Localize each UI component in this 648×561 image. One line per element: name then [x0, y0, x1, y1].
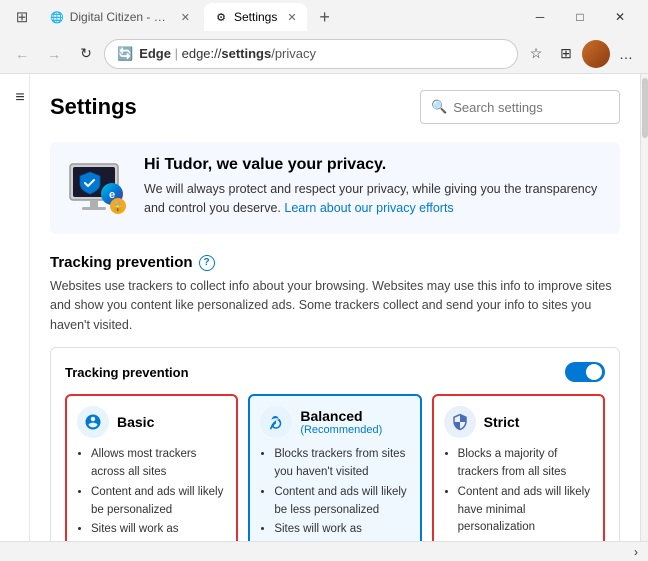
help-icon[interactable]: ?	[199, 255, 215, 271]
toolbar: ← → ↻ 🔄 Edge | edge://settings/privacy ☆…	[0, 34, 648, 74]
balanced-icon	[260, 406, 292, 438]
strict-bullet-2: Content and ads will likely have minimal…	[458, 484, 593, 537]
basic-bullet-3: Sites will work as expected	[91, 521, 226, 541]
address-brand: Edge | edge://settings/privacy	[139, 46, 316, 61]
strict-icon	[444, 406, 476, 438]
banner-icon-container: e 🔒	[66, 156, 130, 220]
tracking-section: Tracking prevention ? Websites use track…	[30, 242, 640, 541]
scroll-right-icon[interactable]: ›	[634, 545, 638, 559]
basic-icon	[77, 406, 109, 438]
forward-button[interactable]: →	[40, 40, 68, 68]
tab-digital-citizen[interactable]: 🌐 Digital Citizen - Life in a digital w …	[40, 3, 200, 31]
search-icon: 🔍	[431, 99, 447, 115]
section-title-row: Tracking prevention ?	[50, 254, 620, 271]
address-refresh-icon: 🔄	[117, 46, 133, 62]
collections-button[interactable]: ⊞	[552, 40, 580, 68]
main-content: Settings 🔍	[30, 74, 640, 541]
basic-bullet-1: Allows most trackers across all sites	[91, 446, 226, 482]
search-input[interactable]	[453, 100, 593, 115]
privacy-banner: e 🔒	[50, 142, 620, 234]
tab-favicon-digital-citizen: 🌐	[50, 10, 64, 24]
svg-text:🔒: 🔒	[112, 201, 124, 213]
card-header-strict: Strict	[444, 406, 593, 438]
strict-bullets: Blocks a majority of trackers from all s…	[444, 446, 593, 541]
sidebar-toggle-icon[interactable]: ⊞	[8, 3, 36, 31]
minimize-button[interactable]: ─	[520, 1, 560, 33]
tracking-toggle[interactable]	[565, 362, 605, 382]
title-bar: ⊞ 🌐 Digital Citizen - Life in a digital …	[0, 0, 648, 34]
menu-button[interactable]: …	[612, 40, 640, 68]
banner-greeting: Hi Tudor, we value your privacy.	[144, 156, 604, 174]
basic-card-title: Basic	[117, 414, 154, 430]
scrollbar-track[interactable]	[640, 74, 648, 541]
card-header-balanced: Balanced (Recommended)	[260, 406, 409, 438]
section-description: Websites use trackers to collect info ab…	[50, 277, 620, 335]
maximize-button[interactable]: □	[560, 1, 600, 33]
tracking-card-strict[interactable]: Strict Blocks a majority of trackers fro…	[432, 394, 605, 541]
tracking-card-balanced[interactable]: Balanced (Recommended) Blocks trackers f…	[248, 394, 421, 541]
basic-bullets: Allows most trackers across all sites Co…	[77, 446, 226, 541]
privacy-link[interactable]: Learn about our privacy efforts	[284, 201, 453, 215]
settings-container: ≡ Settings 🔍	[0, 74, 648, 541]
tab-close-settings[interactable]: ✕	[287, 11, 296, 24]
tracking-cards-row: Basic Allows most trackers across all si…	[65, 394, 605, 541]
basic-title-wrap: Basic	[117, 414, 154, 430]
tracking-card-basic[interactable]: Basic Allows most trackers across all si…	[65, 394, 238, 541]
balanced-bullets: Blocks trackers from sites you haven't v…	[260, 446, 409, 541]
refresh-button[interactable]: ↻	[72, 40, 100, 68]
address-bar[interactable]: 🔄 Edge | edge://settings/privacy	[104, 39, 518, 69]
back-button[interactable]: ←	[8, 40, 36, 68]
scrollbar-thumb[interactable]	[642, 78, 648, 138]
sidebar: ≡	[0, 74, 30, 541]
page-title: Settings	[50, 94, 137, 120]
basic-bullet-2: Content and ads will likely be personali…	[91, 484, 226, 520]
profile-button[interactable]	[582, 40, 610, 68]
tracking-box-title: Tracking prevention	[65, 365, 189, 380]
settings-header: Settings 🔍	[30, 74, 640, 134]
strict-title-wrap: Strict	[484, 414, 520, 430]
search-bar[interactable]: 🔍	[420, 90, 620, 124]
strict-card-title: Strict	[484, 414, 520, 430]
tab-close-digital-citizen[interactable]: ✕	[181, 11, 190, 24]
balanced-bullet-3: Sites will work as expected	[274, 521, 409, 541]
tracking-prevention-box: Tracking prevention Bas	[50, 347, 620, 541]
toolbar-right: ☆ ⊞ …	[522, 40, 640, 68]
new-tab-button[interactable]: +	[311, 3, 339, 31]
tracking-box-header: Tracking prevention	[65, 362, 605, 382]
tab-title-settings: Settings	[234, 10, 277, 24]
card-header-basic: Basic	[77, 406, 226, 438]
monitor-svg: e 🔒	[66, 156, 130, 220]
balanced-card-title: Balanced	[300, 408, 382, 424]
section-title: Tracking prevention	[50, 254, 193, 271]
banner-text: Hi Tudor, we value your privacy. We will…	[144, 156, 604, 218]
window-controls: ─ □ ✕	[520, 1, 640, 33]
bottom-bar: ›	[0, 541, 648, 561]
strict-bullet-3: Parts of sites might not work	[458, 539, 593, 541]
banner-description: We will always protect and respect your …	[144, 180, 604, 218]
balanced-title-wrap: Balanced (Recommended)	[300, 408, 382, 436]
strict-bullet-1: Blocks a majority of trackers from all s…	[458, 446, 593, 482]
tab-favicon-settings: ⚙	[214, 10, 228, 24]
balanced-bullet-2: Content and ads will likely be less pers…	[274, 484, 409, 520]
tab-title-digital-citizen: Digital Citizen - Life in a digital w	[70, 10, 171, 24]
close-button[interactable]: ✕	[600, 1, 640, 33]
balanced-card-subtitle: (Recommended)	[300, 424, 382, 436]
browser-frame: ⊞ 🌐 Digital Citizen - Life in a digital …	[0, 0, 648, 561]
favorites-button[interactable]: ☆	[522, 40, 550, 68]
tab-settings[interactable]: ⚙ Settings ✕	[204, 3, 307, 31]
balanced-bullet-1: Blocks trackers from sites you haven't v…	[274, 446, 409, 482]
